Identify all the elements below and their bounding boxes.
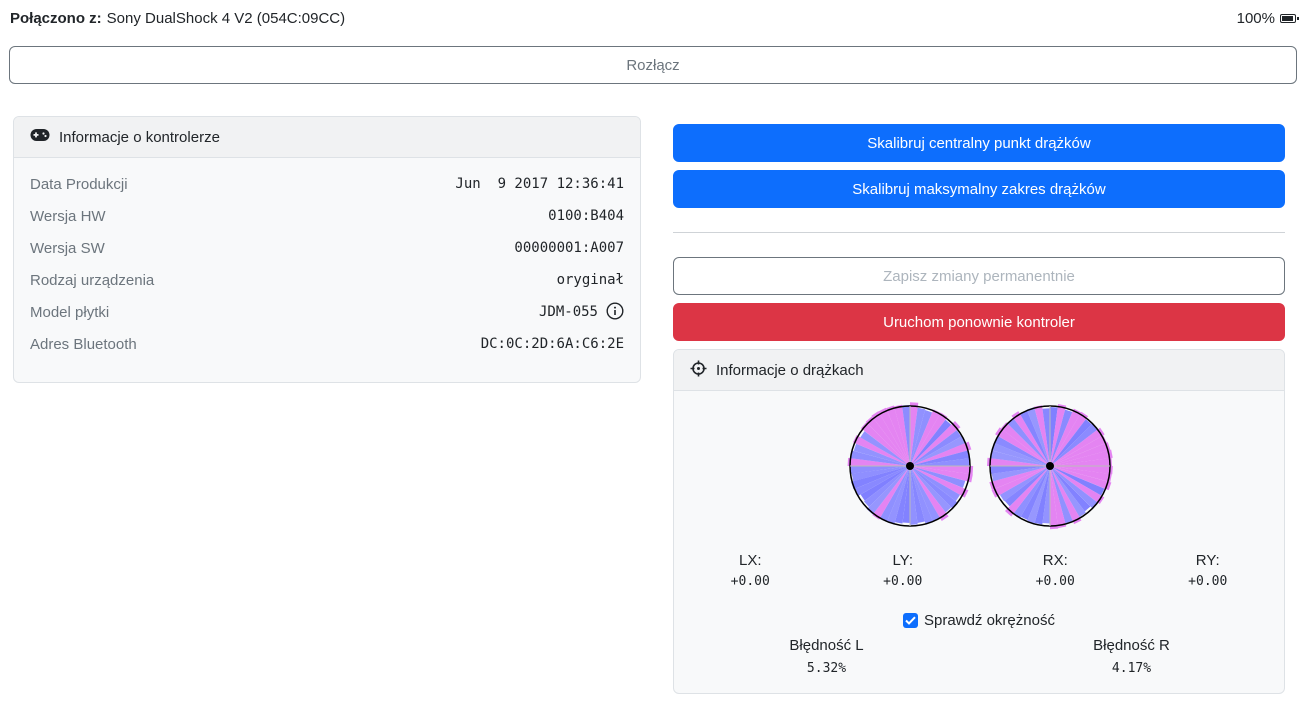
error-right-label: Błędność R — [1093, 637, 1170, 654]
info-label: Wersja SW — [30, 239, 105, 257]
controller-info-header: Informacje o kontrolerze — [14, 117, 640, 158]
error-left-label: Błędność L — [789, 637, 864, 654]
restart-controller-button[interactable]: Uruchom ponownie kontroler — [673, 303, 1285, 341]
info-label: Model płytki — [30, 303, 110, 321]
info-row-manufacture-date: Data Produkcji Jun 9 2017 12:36:41 — [30, 168, 624, 200]
info-value: 0100:B404 — [548, 208, 624, 224]
error-right: Błędność R 4.17% — [979, 637, 1284, 676]
info-label: Adres Bluetooth — [30, 335, 137, 353]
error-right-value: 4.17% — [1111, 661, 1152, 676]
connection-bar: Połączono z: Sony DualShock 4 V2 (054C:0… — [10, 8, 1299, 28]
axis-value: +0.00 — [883, 574, 923, 589]
axis-ry: RY: +0.00 — [1132, 552, 1285, 589]
battery-full-icon — [1280, 13, 1299, 23]
info-value: DC:0C:2D:6A:C6:2E — [480, 336, 624, 352]
right-stick-plot — [986, 404, 1113, 530]
calibrate-center-button[interactable]: Skalibruj centralny punkt drążków — [673, 124, 1285, 162]
info-circle-icon[interactable] — [606, 301, 624, 323]
device-name: Sony DualShock 4 V2 (054C:09CC) — [106, 9, 346, 27]
stick-info-title: Informacje o drążkach — [716, 361, 864, 379]
stick-position-dot — [1046, 462, 1054, 470]
calibrate-range-button[interactable]: Skalibruj maksymalny zakres drążków — [673, 170, 1285, 208]
info-value: Jun 9 2017 12:36:41 — [455, 176, 624, 192]
axis-readouts: LX: +0.00 LY: +0.00 RX: +0.00 RY: +0.00 — [674, 552, 1284, 589]
axis-value: +0.00 — [730, 574, 770, 589]
stick-info-card: Informacje o drążkach LX: +0.00 LY: +0.0… — [673, 349, 1285, 694]
controller-info-list: Data Produkcji Jun 9 2017 12:36:41 Wersj… — [14, 158, 640, 360]
info-row-sw-version: Wersja SW 00000001:A007 — [30, 232, 624, 264]
circularity-label: Sprawdź okrężność — [924, 612, 1055, 629]
axis-lx: LX: +0.00 — [674, 552, 827, 589]
crosshair-icon — [690, 360, 707, 381]
divider — [673, 232, 1285, 233]
stick-visualizer — [847, 402, 1113, 530]
error-left: Błędność L 5.32% — [674, 637, 979, 676]
info-row-bluetooth: Adres Bluetooth DC:0C:2D:6A:C6:2E — [30, 328, 624, 360]
disconnect-button[interactable]: Rozłącz — [9, 46, 1297, 84]
info-value: JDM-055 — [538, 304, 598, 320]
info-label: Rodzaj urządzenia — [30, 271, 155, 289]
stick-info-header: Informacje o drążkach — [674, 350, 1284, 391]
stick-position-dot — [906, 462, 914, 470]
circularity-checkbox[interactable] — [903, 613, 919, 628]
info-label: Wersja HW — [30, 207, 106, 225]
axis-name: LX: — [738, 552, 762, 569]
controller-info-card: Informacje o kontrolerze Data Produkcji … — [13, 116, 641, 383]
battery-status: 100% — [1236, 9, 1299, 27]
info-value-wrap: JDM-055 — [538, 301, 624, 323]
battery-percent: 100% — [1236, 9, 1275, 27]
connection-label: Połączono z: — [10, 9, 102, 27]
axis-name: RY: — [1195, 552, 1220, 569]
axis-value: +0.00 — [1035, 574, 1075, 589]
info-row-hw-version: Wersja HW 0100:B404 — [30, 200, 624, 232]
info-value: 00000001:A007 — [514, 240, 624, 256]
axis-name: RX: — [1042, 552, 1068, 569]
info-value: oryginał — [556, 272, 624, 288]
info-label: Data Produkcji — [30, 175, 128, 193]
circularity-checkbox-row[interactable]: Sprawdź okrężność — [674, 612, 1284, 629]
error-left-value: 5.32% — [806, 661, 847, 676]
axis-value: +0.00 — [1188, 574, 1228, 589]
axis-ly: LY: +0.00 — [827, 552, 980, 589]
error-readouts: Błędność L 5.32% Błędność R 4.17% — [674, 637, 1284, 676]
battery-fill — [1282, 15, 1293, 21]
axis-rx: RX: +0.00 — [979, 552, 1132, 589]
info-row-device-type: Rodzaj urządzenia oryginał — [30, 264, 624, 296]
axis-name: LY: — [892, 552, 914, 569]
gamepad-icon — [30, 128, 50, 146]
left-stick-plot — [847, 402, 974, 527]
save-permanent-button[interactable]: Zapisz zmiany permanentnie — [673, 257, 1285, 295]
controller-info-title: Informacje o kontrolerze — [59, 128, 220, 146]
info-row-board-model: Model płytki JDM-055 — [30, 296, 624, 328]
